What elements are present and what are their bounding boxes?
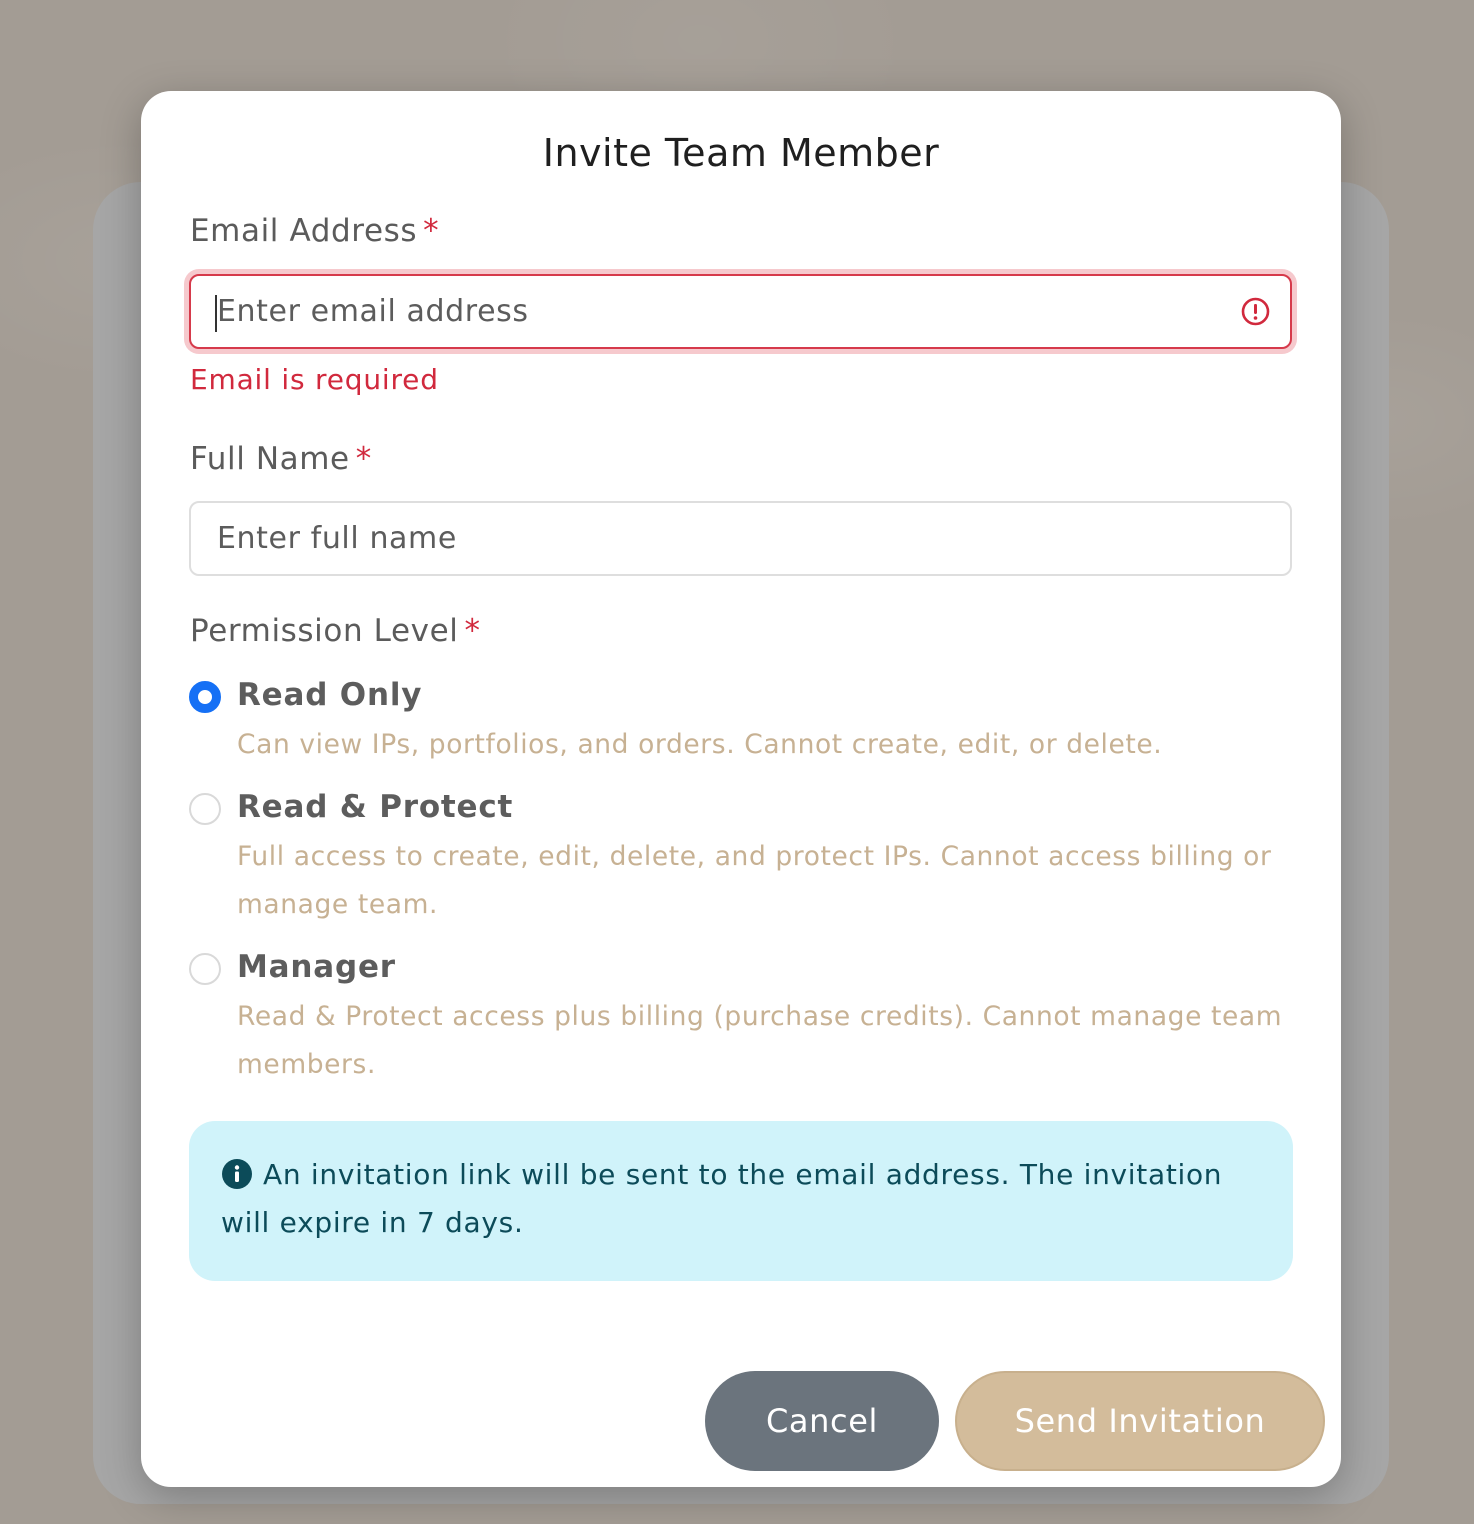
option-title: Read Only <box>237 677 423 713</box>
radio-read-protect[interactable] <box>189 793 221 825</box>
full-name-label-text: Full Name <box>190 441 350 477</box>
radio-manager[interactable] <box>189 953 221 985</box>
option-description: Full access to create, edit, delete, and… <box>237 841 1272 920</box>
full-name-field[interactable]: Enter full name <box>189 501 1292 576</box>
option-title: Manager <box>237 949 396 985</box>
info-alert-content: An invitation link will be sent to the e… <box>221 1151 1261 1247</box>
invite-modal: Invite Team Member Email Address * Enter … <box>141 91 1341 1487</box>
radio-read-only[interactable] <box>189 681 221 713</box>
option-title: Read & Protect <box>237 789 514 825</box>
permission-label-text: Permission Level <box>190 613 459 649</box>
send-invitation-button[interactable]: Send Invitation <box>955 1371 1325 1471</box>
email-error-message: Email is required <box>190 363 439 396</box>
email-placeholder: Enter email address <box>217 294 529 329</box>
option-description: Can view IPs, portfolios, and orders. Ca… <box>237 729 1163 760</box>
required-asterisk: * <box>423 213 440 249</box>
email-label: Email Address * <box>190 213 439 249</box>
info-alert-text: An invitation link will be sent to the e… <box>221 1158 1223 1239</box>
required-asterisk: * <box>464 613 481 649</box>
info-icon <box>222 1159 252 1189</box>
full-name-placeholder: Enter full name <box>217 521 457 556</box>
error-circle-icon <box>1241 297 1270 326</box>
permission-label: Permission Level * <box>190 613 481 649</box>
cancel-button[interactable]: Cancel <box>705 1371 939 1471</box>
full-name-label: Full Name * <box>190 441 372 477</box>
option-description: Read & Protect access plus billing (purc… <box>237 1001 1283 1080</box>
info-alert: An invitation link will be sent to the e… <box>189 1121 1293 1281</box>
modal-title: Invite Team Member <box>542 131 940 175</box>
email-label-text: Email Address <box>190 213 418 249</box>
email-field[interactable]: Enter email address <box>189 274 1292 349</box>
required-asterisk: * <box>355 441 372 477</box>
